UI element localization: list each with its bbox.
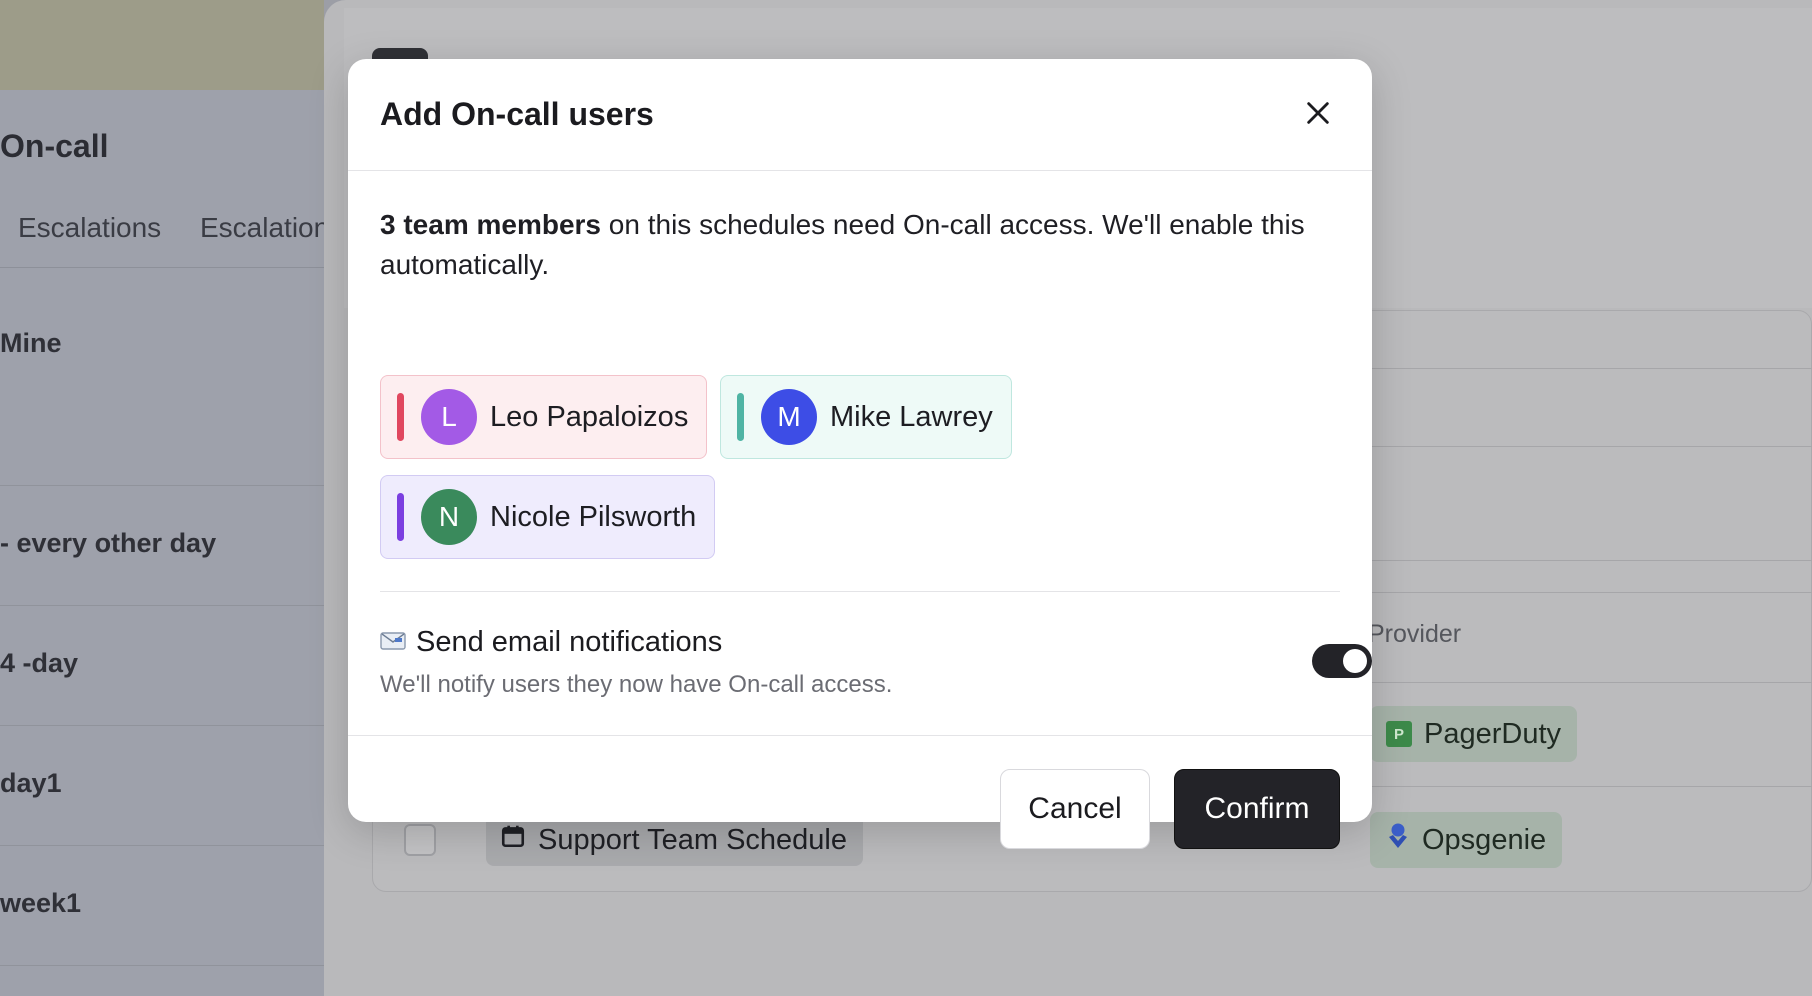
list-item[interactable]: Mine bbox=[0, 270, 324, 486]
avatar: L bbox=[421, 389, 477, 445]
cancel-button[interactable]: Cancel bbox=[1000, 769, 1150, 849]
tab-bar: Escalations Escalation bbox=[0, 212, 329, 268]
email-notifications-toggle[interactable] bbox=[1312, 644, 1372, 678]
provider-column-header: Provider bbox=[1368, 620, 1462, 648]
list-item[interactable]: day1 bbox=[0, 726, 324, 846]
user-name: Mike Lawrey bbox=[830, 400, 993, 433]
email-notifications-label: Send email notifications bbox=[380, 626, 722, 659]
provider-name: Opsgenie bbox=[1422, 823, 1547, 856]
toggle-knob bbox=[1343, 649, 1367, 673]
user-name: Leo Papaloizos bbox=[490, 400, 689, 433]
close-button[interactable] bbox=[1296, 93, 1340, 137]
avatar: M bbox=[761, 389, 817, 445]
page-title: On-call bbox=[0, 128, 109, 164]
provider-name: PagerDuty bbox=[1424, 717, 1562, 750]
pagerduty-logo-icon: P bbox=[1386, 721, 1412, 747]
list-item[interactable]: - every other day bbox=[0, 486, 324, 606]
envelope-icon bbox=[380, 626, 406, 659]
confirm-button[interactable]: Confirm bbox=[1174, 769, 1340, 849]
dialog-title: Add On-call users bbox=[380, 96, 654, 132]
user-name: Nicole Pilsworth bbox=[490, 500, 697, 533]
user-color-bar bbox=[737, 393, 744, 441]
sidebar-panel: On-call Escalations Escalation Mine - ev… bbox=[0, 0, 329, 996]
tab-escalations[interactable]: Escalations bbox=[18, 212, 161, 244]
team-members-count: 3 team members bbox=[380, 209, 602, 240]
provider-chip-pagerduty: P PagerDuty bbox=[1370, 706, 1578, 762]
list-item[interactable]: 4 -day bbox=[0, 606, 324, 726]
user-chip-mike-lawrey: M Mike Lawrey bbox=[720, 375, 1012, 459]
section-divider bbox=[380, 591, 1340, 592]
list-item[interactable]: week1 bbox=[0, 846, 324, 966]
intro-text: 3 team members on this schedules need On… bbox=[380, 205, 1340, 285]
user-chip-nicole-pilsworth: N Nicole Pilsworth bbox=[380, 475, 716, 559]
avatar: N bbox=[421, 489, 477, 545]
schedule-name: Support Team Schedule bbox=[538, 823, 848, 856]
add-oncall-users-dialog: Add On-call users 3 team members on this… bbox=[348, 59, 1372, 822]
user-chip-leo-papaloizos: L Leo Papaloizos bbox=[380, 375, 708, 459]
tab-escalation-paths[interactable]: Escalation bbox=[200, 212, 329, 244]
close-icon bbox=[1304, 99, 1332, 132]
email-notifications-description: We'll notify users they now have On-call… bbox=[380, 671, 893, 698]
provider-chip-opsgenie: Opsgenie bbox=[1370, 812, 1563, 868]
row-checkbox[interactable] bbox=[404, 824, 436, 856]
dialog-header: Add On-call users bbox=[348, 59, 1372, 171]
top-bar bbox=[0, 0, 324, 90]
user-color-bar bbox=[397, 493, 404, 541]
user-color-bar bbox=[397, 393, 404, 441]
calendar-icon bbox=[500, 823, 526, 857]
opsgenie-logo-icon bbox=[1386, 822, 1410, 858]
